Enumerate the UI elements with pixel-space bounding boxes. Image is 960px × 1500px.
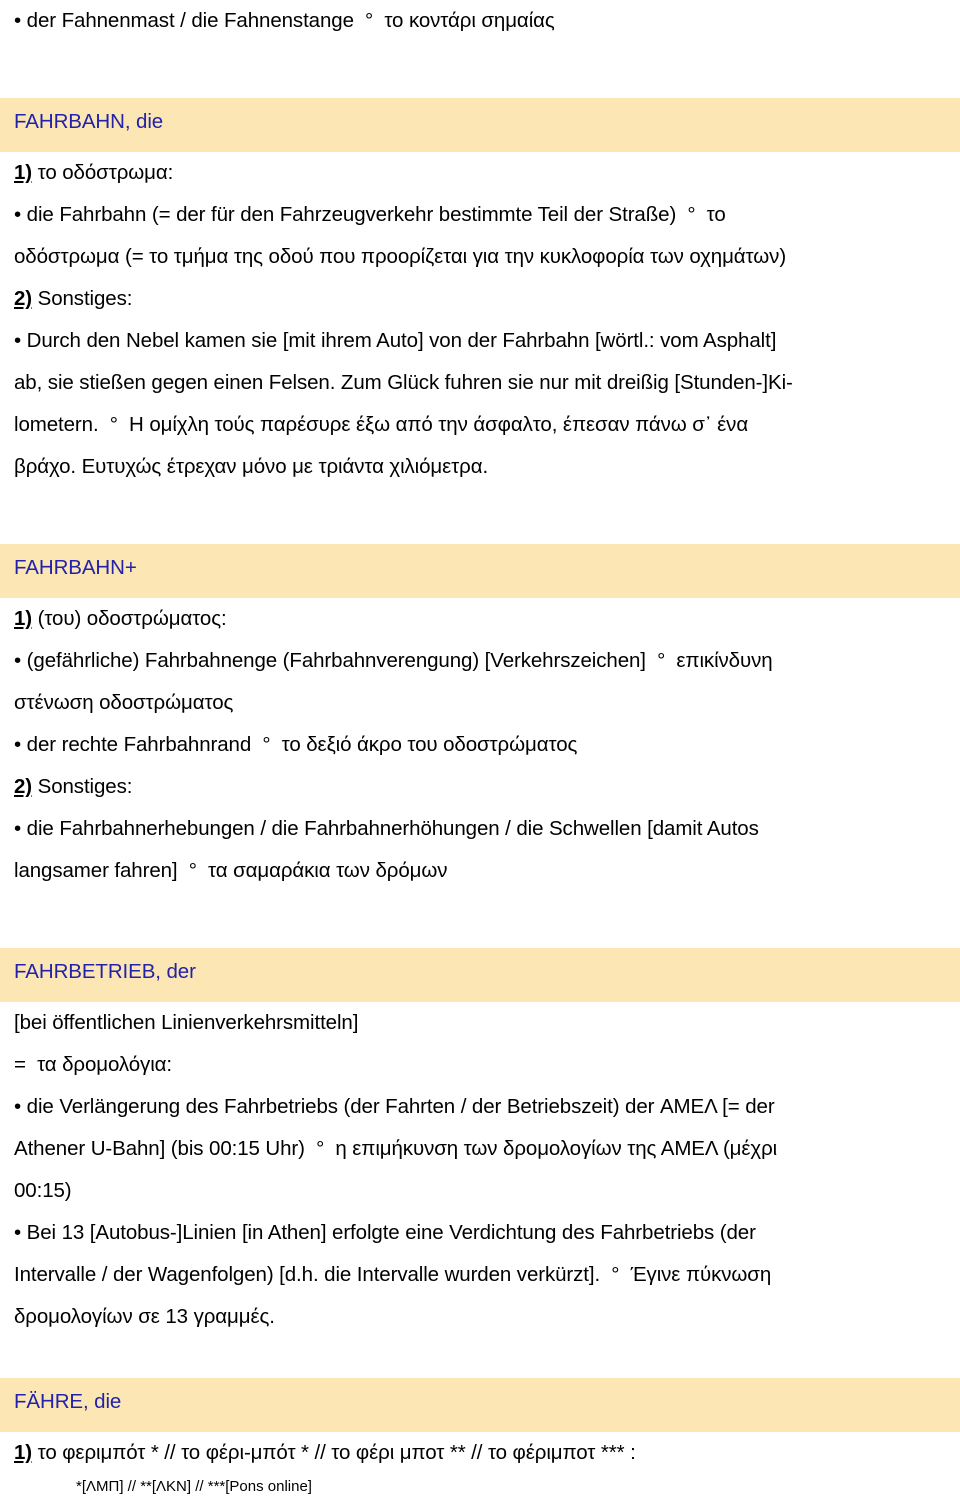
sense-line: • die Fahrbahnerhebungen / die Fahrbahne… bbox=[14, 817, 759, 840]
sense-line: • die Fahrbahn (= der für den Fahrzeugve… bbox=[14, 203, 726, 226]
headword-text: FAHRBETRIEB, der bbox=[14, 959, 196, 983]
sense-marker: 2) bbox=[14, 287, 33, 310]
sense-marker: 1) bbox=[14, 1441, 33, 1464]
sense-line: • Bei 13 [Autobus-]Linien [in Athen] erf… bbox=[14, 1221, 756, 1244]
entry-heading-fahrbetrieb: FAHRBETRIEB, der bbox=[0, 948, 960, 1002]
sense-line: lometern. ° Η ομίχλη τούς παρέσυρε έξω α… bbox=[14, 413, 749, 436]
sense-label-1: 1) (του) οδοστρώματος: bbox=[14, 598, 946, 640]
headword-text: FAHRBAHN, die bbox=[14, 109, 164, 133]
sense-line: • der rechte Fahrbahnrand ° το δεξιό άκρ… bbox=[14, 733, 578, 756]
sense-line: Intervalle / der Wagenfolgen) [d.h. die … bbox=[14, 1263, 772, 1286]
sense-marker: 1) bbox=[14, 607, 33, 630]
entry-heading-fahrbahn: FAHRBAHN, die bbox=[0, 98, 960, 152]
previous-entry-line: • der Fahnenmast / die Fahnenstange ° το… bbox=[14, 9, 555, 32]
sense-label-text: το οδόστρωμα: bbox=[32, 161, 174, 184]
entry-preamble-line: [bei öffentlichen Linienverkehrsmitteln] bbox=[14, 1011, 359, 1034]
sense-line: βράχο. Ευτυχώς έτρεχαν μόνο με τριάντα χ… bbox=[14, 455, 489, 478]
sense-label-text: Sonstiges: bbox=[32, 287, 133, 310]
sense-label-1: 1) το φεριμπότ * // το φέρι-μπότ * // το… bbox=[14, 1432, 946, 1474]
sense-line: 00:15) bbox=[14, 1179, 72, 1202]
sense-line: Athener U-Bahn] (bis 00:15 Uhr) ° η επιμ… bbox=[14, 1137, 778, 1160]
headword-text: FAHRBAHN+ bbox=[14, 555, 137, 579]
sense-label-text: Sonstiges: bbox=[32, 775, 133, 798]
sense-line: • Durch den Nebel kamen sie [mit ihrem A… bbox=[14, 329, 777, 352]
entry-heading-faehre: FÄHRE, die bbox=[0, 1378, 960, 1432]
sense-marker: 1) bbox=[14, 161, 33, 184]
sense-label-2: 2) Sonstiges: bbox=[14, 766, 946, 808]
sense-label-text: το φεριμπότ * // το φέρι-μπότ * // το φέ… bbox=[32, 1441, 636, 1464]
sense-line: ab, sie stießen gegen einen Felsen. Zum … bbox=[14, 371, 793, 394]
entry-preamble-line: = τα δρομολόγια: bbox=[14, 1053, 173, 1076]
sense-line: στένωση οδοστρώματος bbox=[14, 691, 234, 714]
document-page: • der Fahnenmast / die Fahnenstange ° το… bbox=[0, 0, 960, 1495]
sense-line: • die Verlängerung des Fahrbetriebs (der… bbox=[14, 1095, 775, 1118]
entry-footnote: *[ΛΜΠ] // **[ΛΚΝ] // ***[Pons online] bbox=[76, 1478, 312, 1495]
sense-label-2: 2) Sonstiges: bbox=[14, 278, 946, 320]
sense-marker: 2) bbox=[14, 775, 33, 798]
sense-line: langsamer fahren] ° τα σαμαράκια των δρό… bbox=[14, 859, 448, 882]
sense-line: δρομολογίων σε 13 γραμμές. bbox=[14, 1305, 275, 1328]
sense-label-text: (του) οδοστρώματος: bbox=[32, 607, 227, 630]
entry-heading-fahrbahn-plus: FAHRBAHN+ bbox=[0, 544, 960, 598]
headword-text: FÄHRE, die bbox=[14, 1389, 122, 1413]
sense-label-1: 1) το οδόστρωμα: bbox=[14, 152, 946, 194]
sense-line: • (gefährliche) Fahrbahnenge (Fahrbahnve… bbox=[14, 649, 773, 672]
sense-line: οδόστρωμα (= το τμήμα της οδού που προορ… bbox=[14, 245, 787, 268]
